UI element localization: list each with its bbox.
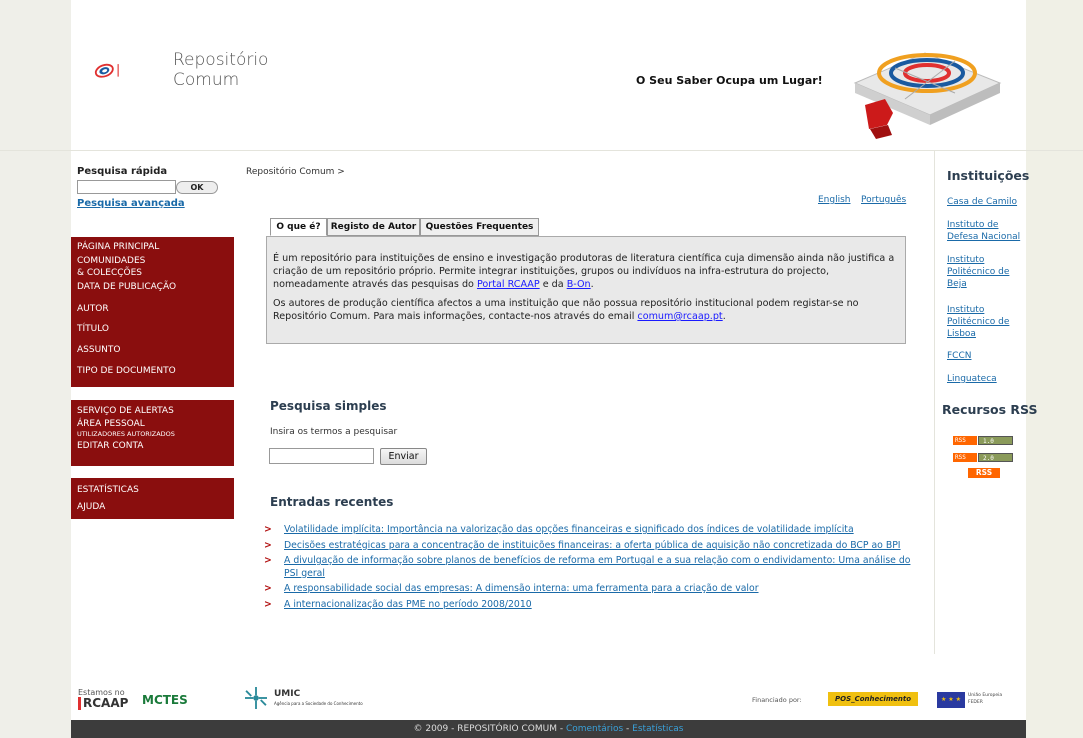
- simple-search-title: Pesquisa simples: [270, 399, 387, 413]
- tab-author-registration[interactable]: Registo de Autor: [327, 218, 420, 236]
- menu-item-edit-account[interactable]: EDITAR CONTA: [71, 439, 234, 453]
- bullet-icon: >: [264, 583, 272, 594]
- main-menu: PÁGINA PRINCIPAL COMUNIDADES & COLECÇÕES…: [71, 237, 234, 387]
- about-text-2b: .: [722, 311, 726, 322]
- email-link[interactable]: comum@rcaap.pt: [637, 311, 722, 322]
- tab-what-is[interactable]: O que é?: [270, 218, 327, 236]
- institution-link[interactable]: Instituto Politécnico de Lisboa: [947, 304, 1025, 340]
- puzzle-icon: [853, 52, 1002, 139]
- right-background: [1026, 0, 1083, 738]
- footer-comments-link[interactable]: Comentários: [566, 724, 623, 734]
- bullet-icon: >: [264, 539, 272, 551]
- list-item: > Volatilidade implícita: Importância na …: [264, 524, 924, 537]
- institution-link[interactable]: FCCN: [947, 350, 1025, 362]
- account-menu: SERVIÇO DE ALERTAS ÁREA PESSOAL UTILIZAD…: [71, 400, 234, 466]
- institution-link[interactable]: Linguateca: [947, 373, 1025, 385]
- logo-title-line1: Repositório: [173, 50, 269, 70]
- personal-area-subtitle: UTILIZADORES AUTORIZADOS: [77, 430, 175, 438]
- pos-conhecimento-logo[interactable]: POS_Conhecimento: [828, 692, 918, 706]
- footer-statistics-link[interactable]: Estatísticas: [632, 724, 683, 734]
- menu-item-subject[interactable]: ASSUNTO: [71, 340, 234, 361]
- about-paragraph-1: É um repositório para instituições de en…: [273, 252, 900, 291]
- about-text-1c: .: [590, 279, 594, 290]
- tab-content: É um repositório para instituições de en…: [266, 236, 906, 344]
- about-text-1b: e da: [539, 279, 567, 290]
- recent-entries-title: Entradas recentes: [270, 495, 394, 509]
- institutions-title: Instituições: [947, 168, 1030, 183]
- menu-item-statistics[interactable]: ESTATÍSTICAS: [71, 482, 234, 499]
- rss-feed-button[interactable]: RSS: [968, 468, 1000, 478]
- language-english[interactable]: English: [818, 195, 851, 205]
- eu-label: União Europeia: [968, 693, 1003, 698]
- financed-by-label: Financiado por:: [752, 696, 802, 704]
- menu-item-communities[interactable]: COMUNIDADES: [71, 255, 234, 267]
- rss-1-version: 1.0: [978, 436, 1013, 445]
- bullet-icon: >: [264, 524, 272, 535]
- rcaap-logo[interactable]: Estamos no RCAAP: [78, 688, 133, 712]
- institution-link[interactable]: Instituto Politécnico de Beja: [947, 254, 1025, 290]
- recent-entry-link[interactable]: Volatilidade implícita: Importância na v…: [284, 524, 854, 535]
- advanced-search-link[interactable]: Pesquisa avançada: [77, 198, 185, 209]
- recent-entry-link[interactable]: A responsabilidade social das empresas: …: [284, 583, 759, 594]
- logo-title-line2: Comum: [173, 70, 240, 90]
- footer-separator: -: [623, 724, 633, 734]
- footer-bar: © 2009 - REPOSITÓRIO COMUM - Comentários…: [71, 720, 1026, 738]
- simple-search-submit-button[interactable]: Enviar: [380, 448, 427, 465]
- umic-logo-icon[interactable]: [244, 687, 268, 709]
- breadcrumb[interactable]: Repositório Comum >: [246, 167, 345, 177]
- rss-2-tag: RSS: [953, 453, 977, 462]
- eu-flag-icon: ★ ★ ★: [937, 692, 965, 708]
- recent-entry-link[interactable]: Decisões estratégicas para a concentraçã…: [284, 540, 901, 551]
- copyright-text: © 2009 - REPOSITÓRIO COMUM -: [413, 724, 566, 734]
- tab-faq[interactable]: Questões Frequentes: [420, 218, 539, 236]
- info-menu: ESTATÍSTICAS AJUDA: [71, 478, 234, 519]
- repositorio-comum-logo-icon[interactable]: [94, 50, 164, 90]
- rss-title: Recursos RSS: [942, 402, 1038, 417]
- tagline: O Seu Saber Ocupa um Lugar!: [636, 74, 823, 87]
- menu-item-title[interactable]: TÍTULO: [71, 319, 234, 340]
- list-item: > Decisões estratégicas para a concentraç…: [264, 540, 924, 553]
- rss-1-button[interactable]: RSS 1.0: [953, 436, 1013, 445]
- institution-link[interactable]: Instituto de Defesa Nacional: [947, 219, 1025, 243]
- about-text-2: Os autores de produção científica afecto…: [273, 298, 859, 322]
- mctes-logo[interactable]: MCTES: [142, 693, 188, 707]
- recent-entry-link[interactable]: A divulgação de informação sobre planos …: [284, 555, 910, 579]
- language-portugues[interactable]: Português: [861, 195, 906, 205]
- simple-search-label: Insira os termos a pesquisar: [270, 427, 398, 437]
- list-item: > A internacionalização das PME no períod…: [264, 599, 924, 612]
- rcaap-logo-main: RCAAP: [78, 697, 133, 710]
- recent-entry-link[interactable]: A internacionalização das PME no período…: [284, 599, 532, 610]
- portal-rcaap-link[interactable]: Portal RCAAP: [477, 279, 540, 290]
- menu-item-home[interactable]: PÁGINA PRINCIPAL: [71, 240, 234, 255]
- institution-link[interactable]: Casa de Camilo: [947, 196, 1025, 208]
- menu-item-date[interactable]: DATA DE PUBLICAÇÃO: [71, 279, 234, 299]
- rss-2-button[interactable]: RSS 2.0: [953, 453, 1013, 462]
- menu-item-collections[interactable]: & COLECÇÕES: [71, 267, 234, 279]
- rss-2-version: 2.0: [978, 453, 1013, 462]
- rss-1-tag: RSS: [953, 436, 977, 445]
- menu-item-alerts[interactable]: SERVIÇO DE ALERTAS: [71, 404, 234, 419]
- quick-search-title: Pesquisa rápida: [77, 166, 168, 177]
- recent-entries-list: > Volatilidade implícita: Importância na …: [264, 524, 924, 614]
- menu-item-doctype[interactable]: TIPO DE DOCUMENTO: [71, 361, 234, 382]
- bullet-icon: >: [264, 598, 272, 610]
- menu-item-author[interactable]: AUTOR: [71, 299, 234, 319]
- quick-search-ok-button[interactable]: OK: [176, 181, 218, 194]
- umic-logo-subtitle: Agência para a Sociedade do Conhecimento: [274, 701, 363, 706]
- menu-item-help[interactable]: AJUDA: [71, 499, 234, 516]
- umic-logo-text: UMIC: [274, 689, 301, 699]
- list-item: > A divulgação de informação sobre planos…: [264, 555, 924, 580]
- quick-search-input[interactable]: [77, 180, 176, 194]
- about-paragraph-2: Os autores de produção científica afecto…: [273, 297, 900, 323]
- simple-search-input[interactable]: [269, 448, 374, 464]
- list-item: > A responsabilidade social das empresas:…: [264, 583, 924, 596]
- b-on-link[interactable]: B-On: [567, 279, 591, 290]
- eu-sublabel: FEDER: [968, 700, 983, 705]
- bullet-icon: >: [264, 555, 272, 566]
